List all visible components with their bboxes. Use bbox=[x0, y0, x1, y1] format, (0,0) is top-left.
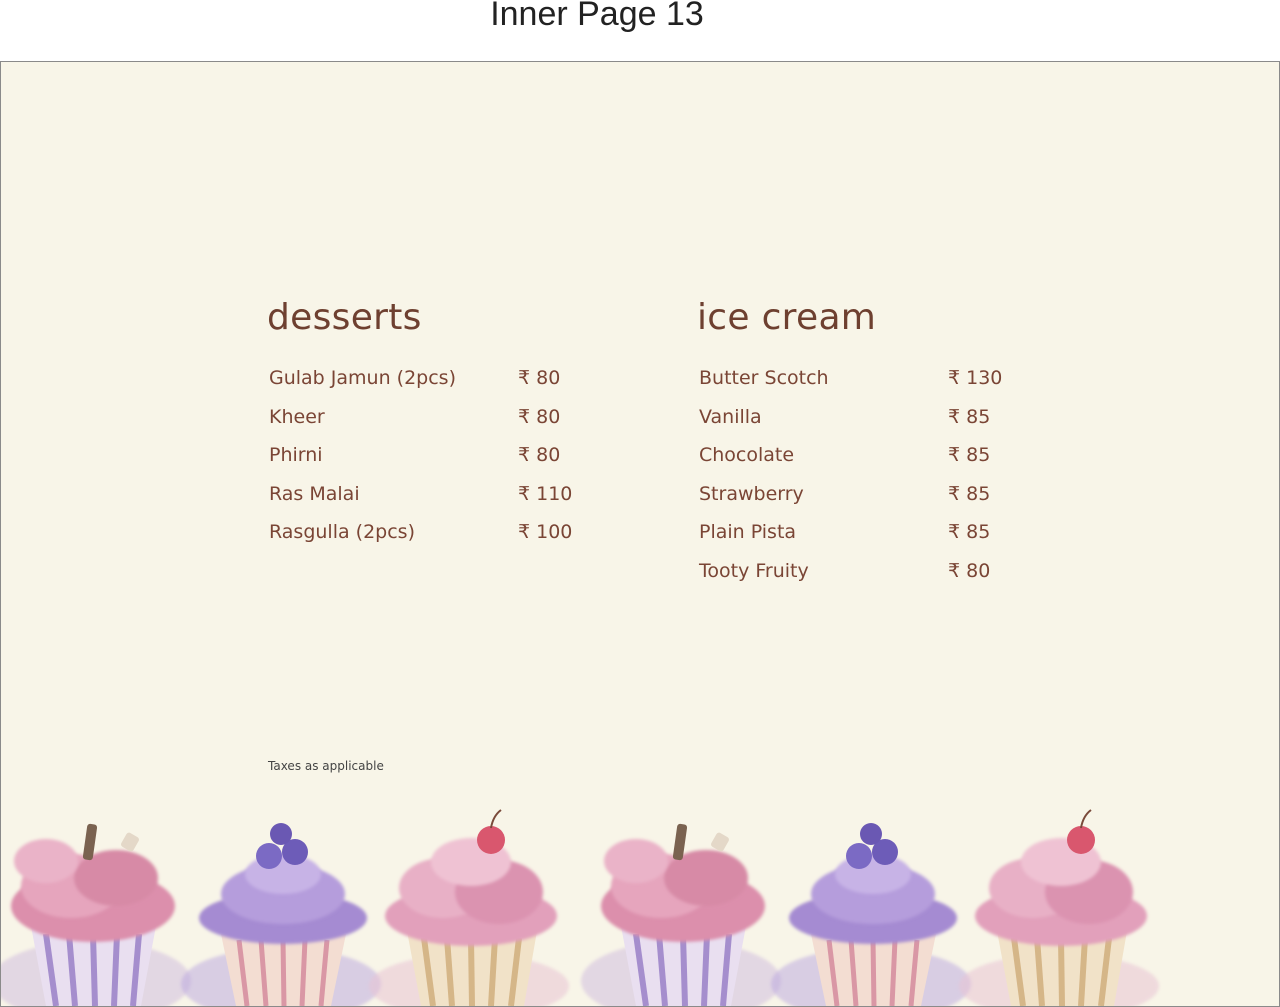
menu-item: Plain Pista ₹ 85 bbox=[697, 520, 1027, 559]
item-price: ₹ 80 bbox=[948, 559, 991, 582]
item-name: Plain Pista bbox=[699, 521, 797, 544]
menu-page: desserts Gulab Jamun (2pcs) ₹ 80 Kheer ₹… bbox=[0, 61, 1280, 1007]
desserts-title: desserts bbox=[267, 297, 422, 338]
item-price: ₹ 100 bbox=[518, 521, 573, 544]
item-name: Ras Malai bbox=[269, 482, 360, 505]
item-price: ₹ 80 bbox=[518, 367, 561, 389]
item-name: Kheer bbox=[269, 405, 325, 428]
item-name: Tooty Fruity bbox=[699, 559, 809, 582]
item-name: Butter Scotch bbox=[699, 367, 829, 389]
item-price: ₹ 80 bbox=[518, 405, 561, 428]
ice-cream-list: Butter Scotch ₹ 130 Vanilla ₹ 85 Chocola… bbox=[697, 366, 1027, 598]
menu-item: Kheer ₹ 80 bbox=[267, 405, 597, 444]
tax-note: Taxes as applicable bbox=[268, 759, 384, 773]
desserts-list: Gulab Jamun (2pcs) ₹ 80 Kheer ₹ 80 Phirn… bbox=[267, 366, 597, 559]
item-price: ₹ 85 bbox=[948, 444, 991, 467]
menu-item: Ras Malai ₹ 110 bbox=[267, 482, 597, 521]
page-label: Inner Page 13 bbox=[490, 0, 704, 33]
menu-item: Vanilla ₹ 85 bbox=[697, 405, 1027, 444]
menu-item: Phirni ₹ 80 bbox=[267, 443, 597, 482]
menu-item: Rasgulla (2pcs) ₹ 100 bbox=[267, 520, 597, 559]
ice-cream-title: ice cream bbox=[697, 297, 877, 338]
ice-cream-section: ice cream Butter Scotch ₹ 130 Vanilla ₹ … bbox=[697, 296, 1027, 598]
item-price: ₹ 110 bbox=[518, 482, 573, 505]
menu-item: Chocolate ₹ 85 bbox=[697, 443, 1027, 482]
item-price: ₹ 80 bbox=[518, 444, 561, 467]
item-price: ₹ 130 bbox=[948, 367, 1003, 389]
item-price: ₹ 85 bbox=[948, 482, 991, 505]
item-name: Phirni bbox=[269, 444, 323, 467]
item-price: ₹ 85 bbox=[948, 405, 991, 428]
menu-item: Strawberry ₹ 85 bbox=[697, 482, 1027, 521]
item-name: Strawberry bbox=[699, 482, 804, 505]
item-name: Gulab Jamun (2pcs) bbox=[269, 367, 456, 389]
item-name: Rasgulla (2pcs) bbox=[269, 521, 415, 544]
item-price: ₹ 85 bbox=[948, 521, 991, 544]
cupcake-illustration bbox=[1, 806, 1279, 1006]
menu-item: Gulab Jamun (2pcs) ₹ 80 bbox=[267, 366, 597, 405]
item-name: Vanilla bbox=[699, 405, 762, 428]
desserts-section: desserts Gulab Jamun (2pcs) ₹ 80 Kheer ₹… bbox=[267, 296, 597, 559]
item-name: Chocolate bbox=[699, 444, 795, 467]
menu-item: Tooty Fruity ₹ 80 bbox=[697, 559, 1027, 598]
menu-item: Butter Scotch ₹ 130 bbox=[697, 366, 1027, 405]
